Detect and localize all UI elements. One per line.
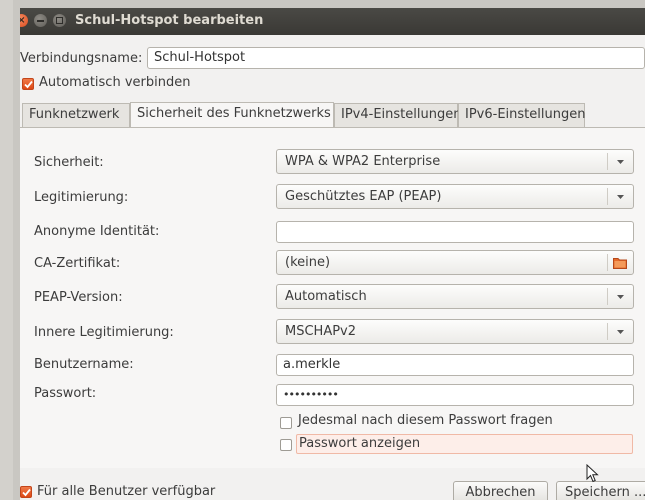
dropdown-arrow-icon <box>617 295 624 299</box>
combo-separator <box>607 153 608 170</box>
dropdown-arrow-icon <box>617 195 624 199</box>
inner-authentication-value: MSCHAPv2 <box>285 324 357 339</box>
peap-version-label: PEAP-Version: <box>34 290 123 305</box>
minimize-window-button[interactable] <box>34 14 47 27</box>
connection-name-label: Verbindungsname: <box>20 51 143 66</box>
cancel-button[interactable]: Abbrechen <box>453 481 548 500</box>
peap-version-value: Automatisch <box>285 289 367 304</box>
inner-authentication-select[interactable]: MSCHAPv2 <box>276 319 634 344</box>
ask-password-checkbox[interactable] <box>280 417 292 429</box>
inner-authentication-label: Innere Legitimierung: <box>34 325 174 340</box>
authentication-label: Legitimierung: <box>34 190 129 205</box>
ask-password-label: Jedesmal nach diesem Passwort fragen <box>298 413 553 428</box>
tab-wireless[interactable]: Funknetzwerk <box>22 103 130 127</box>
combo-separator <box>607 254 608 271</box>
authentication-select[interactable]: Geschütztes EAP (PEAP) <box>276 184 634 209</box>
password-label: Passwort: <box>34 386 97 401</box>
dropdown-arrow-icon <box>617 160 624 164</box>
tab-wireless-security[interactable]: Sicherheit des Funknetzwerks <box>130 102 334 128</box>
folder-icon <box>613 258 627 269</box>
maximize-window-button[interactable] <box>53 14 66 27</box>
save-button[interactable]: Speichern ... <box>556 481 645 500</box>
checkmark-icon <box>22 488 31 497</box>
mouse-pointer-icon <box>586 464 599 483</box>
username-input[interactable]: a.merkle <box>276 354 634 376</box>
show-password-checkbox[interactable] <box>280 439 292 451</box>
auto-connect-checkbox[interactable] <box>22 78 34 90</box>
anonymous-identity-input[interactable] <box>276 221 634 243</box>
combo-separator <box>607 188 608 205</box>
peap-version-select[interactable]: Automatisch <box>276 284 634 309</box>
close-window-button[interactable]: × <box>20 14 28 27</box>
ca-certificate-value: (keine) <box>285 255 331 270</box>
edit-connection-dialog: × Schul-Hotspot bearbeiten Verbindungsna… <box>20 8 645 500</box>
title-bar: × Schul-Hotspot bearbeiten <box>20 8 645 35</box>
ca-certificate-chooser[interactable]: (keine) <box>276 250 634 275</box>
dropdown-arrow-icon <box>617 330 624 334</box>
username-label: Benutzername: <box>34 357 134 372</box>
auto-connect-label: Automatisch verbinden <box>39 75 191 90</box>
connection-name-input[interactable]: Schul-Hotspot <box>147 47 645 69</box>
anonymous-identity-label: Anonyme Identität: <box>34 224 160 239</box>
combo-separator <box>607 323 608 340</box>
security-select-value: WPA & WPA2 Enterprise <box>285 154 441 169</box>
tab-ipv6[interactable]: IPv6-Einstellungen <box>458 103 585 127</box>
security-label: Sicherheit: <box>34 155 104 170</box>
authentication-select-value: Geschütztes EAP (PEAP) <box>285 189 442 204</box>
window-title: Schul-Hotspot bearbeiten <box>75 13 264 28</box>
security-select[interactable]: WPA & WPA2 Enterprise <box>276 149 634 174</box>
security-settings-panel: Sicherheit: WPA & WPA2 Enterprise Legiti… <box>20 127 645 468</box>
desktop-background-strip <box>0 0 13 500</box>
tab-ipv4[interactable]: IPv4-Einstellungen <box>334 103 461 127</box>
all-users-checkbox[interactable] <box>20 486 32 498</box>
combo-separator <box>607 288 608 305</box>
ca-certificate-label: CA-Zertifikat: <box>34 256 121 271</box>
checkmark-icon <box>24 80 33 89</box>
all-users-label: Für alle Benutzer verfügbar <box>37 484 216 499</box>
password-input[interactable]: •••••••••• <box>276 384 634 406</box>
show-password-label[interactable]: Passwort anzeigen <box>296 434 633 454</box>
